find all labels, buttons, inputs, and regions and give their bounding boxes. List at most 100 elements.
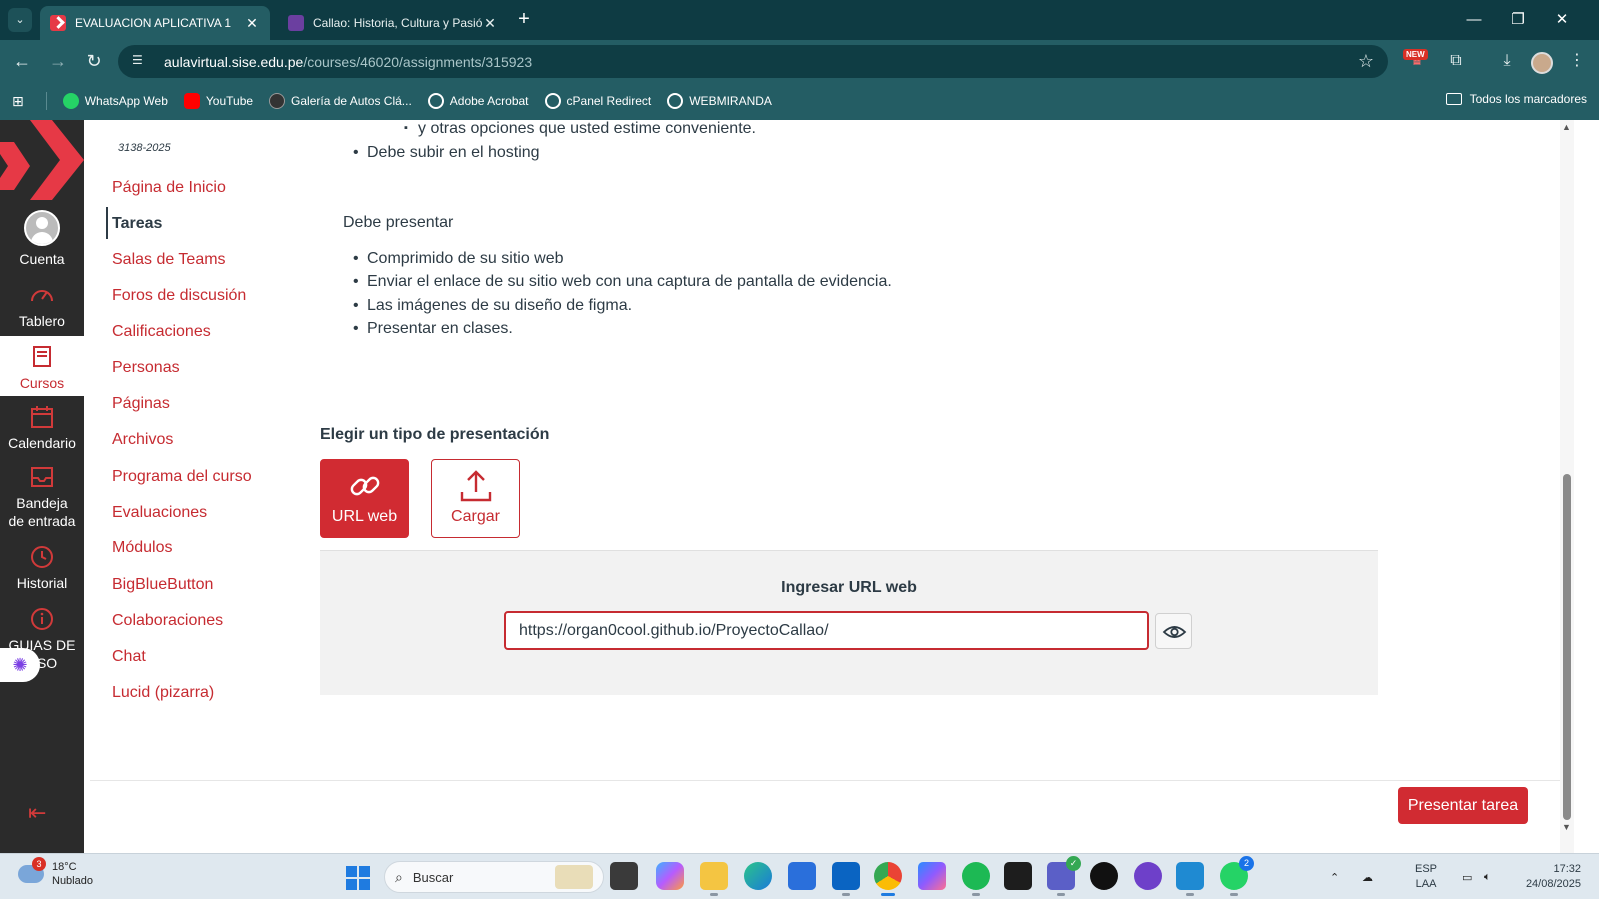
ai-brain-icon[interactable]: ✺ — [0, 648, 40, 682]
copilot-icon[interactable] — [656, 862, 684, 890]
course-link-modules[interactable]: Módulos — [112, 539, 172, 557]
tab-title: Callao: Historia, Cultura y Pasión — [313, 16, 482, 30]
nav-inbox[interactable]: Bandeja de entrada — [0, 464, 84, 530]
course-link-grades[interactable]: Calificaciones — [112, 323, 211, 341]
github-desktop-icon[interactable] — [1134, 862, 1162, 890]
upload-label: Cargar — [451, 508, 500, 525]
nav-label: Tablero — [19, 313, 65, 329]
restore-window-icon[interactable]: ❐ — [1506, 8, 1530, 32]
onedrive-icon[interactable]: ☁ — [1362, 854, 1373, 899]
sise-app-icon[interactable] — [1004, 862, 1032, 890]
bookmark-whatsapp[interactable]: WhatsApp Web — [62, 93, 168, 109]
more-menu-icon[interactable]: ⋮ — [1565, 49, 1589, 73]
nav-calendar[interactable]: Calendario — [0, 404, 84, 452]
close-tab-icon[interactable]: ✕ — [482, 15, 498, 32]
all-bookmarks[interactable]: Todos los marcadores — [1445, 92, 1587, 106]
bookmark-star-icon[interactable]: ☆ — [1358, 51, 1374, 72]
url-input[interactable] — [504, 611, 1149, 650]
course-link-people[interactable]: Personas — [112, 359, 180, 377]
input-language[interactable]: ESP LAA — [1415, 862, 1437, 892]
new-tab-plus-icon[interactable]: + — [512, 8, 536, 32]
nav-label: Historial — [16, 575, 68, 591]
global-navigation: Cuenta Tablero Cursos Calendario Bandeja… — [0, 120, 84, 853]
nav-label: Cursos — [19, 375, 65, 391]
course-link-chat[interactable]: Chat — [112, 648, 146, 666]
scroll-thumb[interactable] — [1563, 474, 1571, 820]
bookmark-galeria-autos[interactable]: Galería de Autos Clá... — [269, 93, 412, 109]
weather-widget[interactable]: 3 18°C Nublado — [18, 857, 93, 888]
download-icon[interactable]: ⤓ — [1495, 49, 1519, 73]
scroll-up-icon[interactable]: ▲ — [1562, 122, 1571, 132]
course-link-collaborations[interactable]: Colaboraciones — [112, 612, 223, 630]
present-heading: Debe presentar — [343, 214, 454, 231]
close-window-icon[interactable]: ✕ — [1550, 8, 1574, 32]
apps-grid-icon[interactable]: ⊞ — [12, 93, 24, 110]
course-link-syllabus[interactable]: Programa del curso — [112, 468, 252, 486]
address-bar[interactable]: ☰ aulavirtual.sise.edu.pe/courses/46020/… — [118, 45, 1388, 78]
submit-assignment-button[interactable]: Presentar tarea — [1398, 787, 1528, 824]
course-link-assignments[interactable]: Tareas — [112, 215, 162, 233]
clock-time: 17:32 — [1553, 863, 1581, 875]
bookmark-youtube[interactable]: YouTube — [183, 93, 253, 109]
weather-badge: 3 — [32, 857, 46, 871]
task-view-icon[interactable] — [610, 862, 638, 890]
course-link-files[interactable]: Archivos — [112, 431, 173, 449]
taskbar-search[interactable]: ⌕ Buscar — [384, 861, 604, 893]
github-icon[interactable] — [1090, 862, 1118, 890]
extensions-puzzle-icon[interactable]: ⧉ — [1444, 49, 1468, 73]
system-clock[interactable]: 17:32 24/08/2025 — [1515, 862, 1581, 892]
collapse-nav-icon[interactable]: ⇤ — [28, 800, 46, 826]
spotify-icon[interactable] — [962, 862, 990, 896]
edge-icon[interactable] — [744, 862, 772, 890]
back-arrow-icon[interactable]: ← — [10, 49, 34, 73]
browser-tab-inactive[interactable]: Callao: Historia, Cultura y Pasión ✕ — [278, 6, 508, 40]
page-scrollbar[interactable]: ▲ ▼ — [1560, 120, 1574, 853]
footer-divider — [90, 780, 1560, 781]
windows-start-icon[interactable] — [346, 866, 370, 890]
chrome-icon[interactable] — [874, 862, 902, 896]
site-info-icon[interactable]: ☰ — [132, 53, 150, 71]
url-web-type-button[interactable]: URL web — [320, 459, 409, 538]
browser-tab-active[interactable]: EVALUACION APLICATIVA 1 ✕ — [40, 6, 270, 40]
microsoft-store-icon[interactable] — [788, 862, 816, 890]
course-link-home[interactable]: Página de Inicio — [112, 179, 226, 197]
volume-icon[interactable]: 🔈︎ — [1484, 854, 1491, 899]
tab-search-chevron-icon[interactable]: ⌄ — [8, 8, 32, 32]
course-link-bigbluebutton[interactable]: BigBlueButton — [112, 576, 213, 594]
globe-icon — [427, 93, 444, 109]
course-link-teams[interactable]: Salas de Teams — [112, 251, 226, 269]
course-link-discussions[interactable]: Foros de discusión — [112, 287, 246, 305]
file-explorer-icon[interactable] — [700, 862, 728, 896]
show-hidden-icons-chevron-icon[interactable]: ⌃ — [1330, 854, 1339, 899]
teams-icon[interactable]: ✓ — [1047, 856, 1081, 896]
bookmark-webmiranda[interactable]: WEBMIRANDA — [667, 93, 772, 109]
vscode-icon[interactable] — [1176, 862, 1204, 896]
forward-arrow-icon[interactable]: → — [46, 49, 70, 73]
upload-type-button[interactable]: Cargar — [431, 459, 520, 538]
minimize-icon[interactable]: — — [1462, 8, 1486, 32]
close-tab-icon[interactable]: ✕ — [244, 15, 260, 32]
nav-courses[interactable]: Cursos — [0, 336, 84, 396]
profile-avatar[interactable] — [1531, 52, 1553, 74]
nav-label: Calendario — [8, 435, 76, 451]
nav-history[interactable]: Historial — [0, 544, 84, 592]
scroll-down-icon[interactable]: ▼ — [1562, 822, 1571, 832]
globe-icon — [544, 93, 561, 109]
course-link-pages[interactable]: Páginas — [112, 395, 170, 413]
nav-account[interactable]: Cuenta — [0, 210, 84, 268]
m365-icon[interactable] — [918, 862, 946, 890]
course-link-lucid[interactable]: Lucid (pizarra) — [112, 684, 214, 702]
course-link-quizzes[interactable]: Evaluaciones — [112, 504, 207, 522]
bookmark-adobe-acrobat[interactable]: Adobe Acrobat — [427, 93, 529, 109]
preview-button[interactable] — [1155, 613, 1192, 649]
network-icon[interactable]: ▭ — [1462, 854, 1472, 899]
globe-icon — [667, 93, 684, 109]
nav-dashboard[interactable]: Tablero — [0, 282, 84, 330]
sise-logo-icon[interactable] — [0, 120, 84, 206]
whatsapp-app-icon[interactable]: 2 — [1220, 856, 1254, 896]
windows-taskbar: 3 18°C Nublado ⌕ Buscar ✓ 2 ⌃ ☁ ESP LAA … — [0, 853, 1599, 899]
galeria-autos-icon — [269, 93, 286, 109]
bookmark-cpanel[interactable]: cPanel Redirect — [544, 93, 651, 109]
reload-icon[interactable]: ↻ — [82, 49, 106, 73]
outlook-icon[interactable] — [832, 862, 860, 896]
